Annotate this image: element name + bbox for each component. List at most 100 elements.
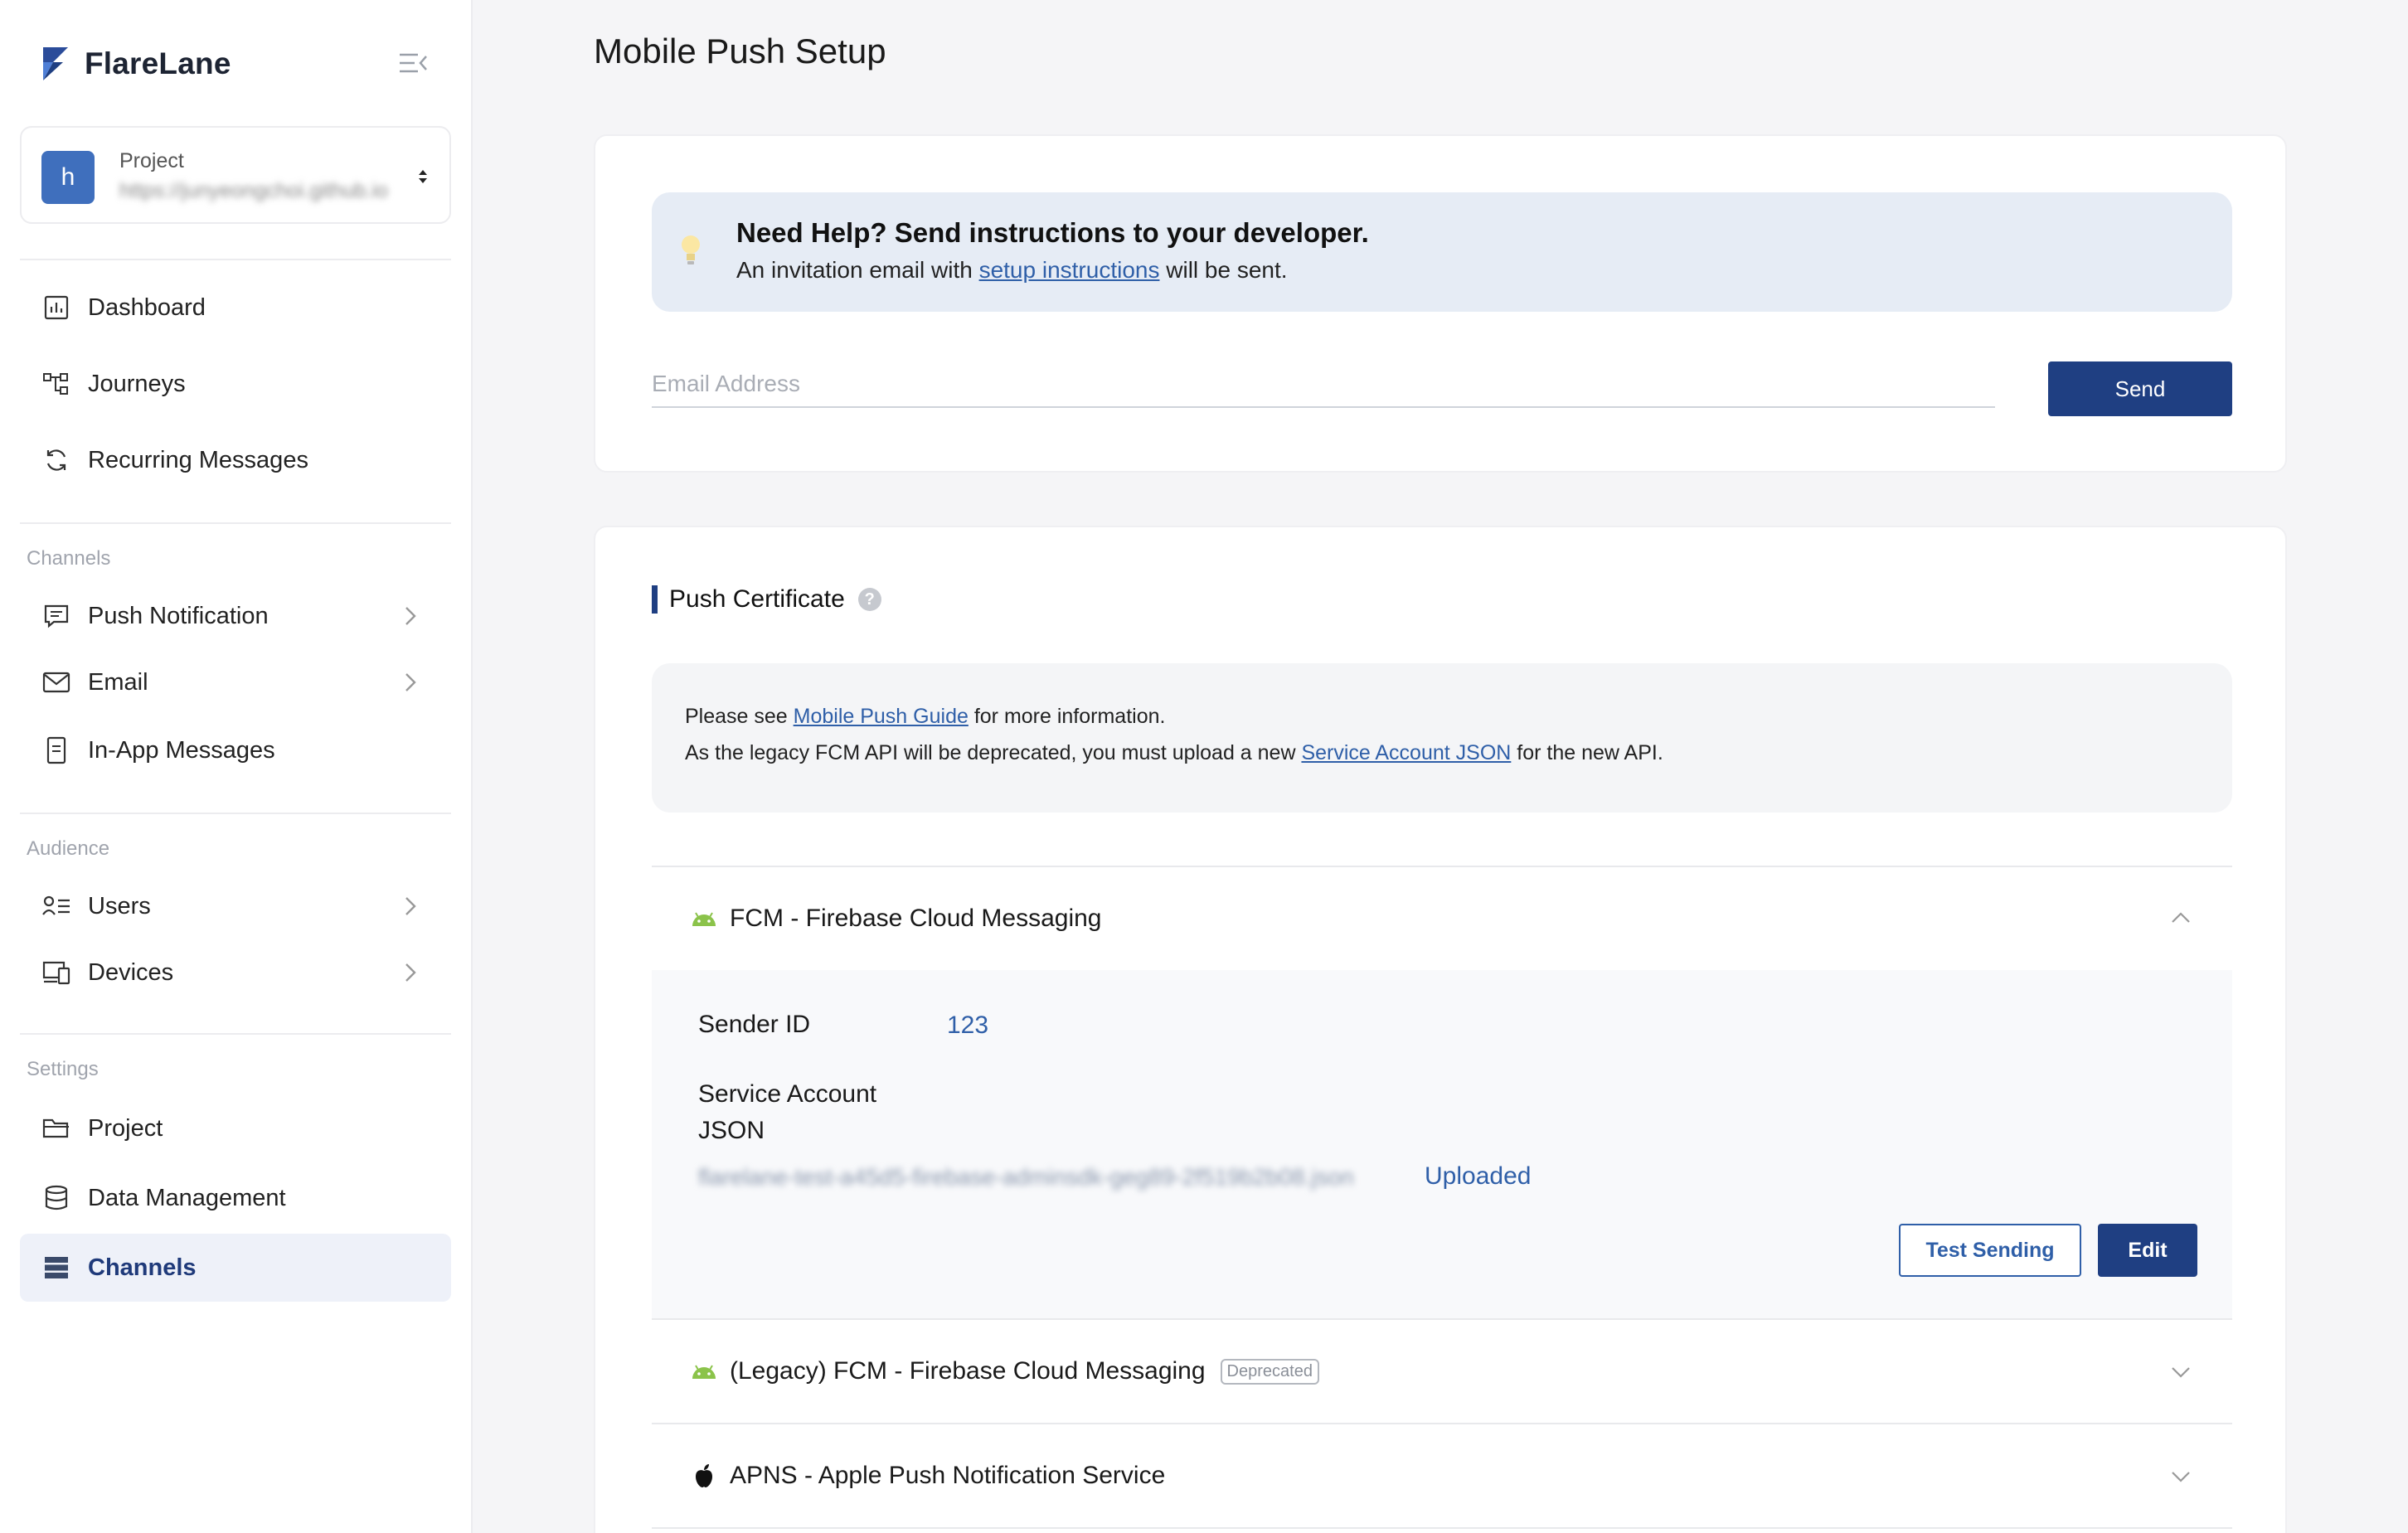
sidebar-item-label: Dashboard bbox=[88, 294, 206, 321]
sidebar-item-dashboard[interactable]: Dashboard bbox=[20, 274, 451, 342]
sidebar-item-label: Email bbox=[88, 668, 148, 696]
brand-name: FlareLane bbox=[85, 46, 231, 80]
sidebar-item-journeys[interactable]: Journeys bbox=[20, 350, 451, 418]
chevron-right-icon bbox=[405, 963, 416, 982]
brand[interactable]: FlareLane bbox=[41, 43, 231, 85]
android-icon bbox=[690, 1359, 718, 1384]
service-account-label: JSON bbox=[698, 1117, 765, 1144]
service-account-json-link[interactable]: Service Account JSON bbox=[1301, 741, 1511, 764]
upload-status: Uploaded bbox=[1425, 1162, 1532, 1190]
database-icon bbox=[41, 1183, 71, 1213]
chevron-right-icon bbox=[405, 897, 416, 915]
info-text: As the legacy FCM API will be deprecated… bbox=[685, 741, 1302, 764]
menu-collapse-icon bbox=[400, 53, 427, 73]
devices-icon bbox=[41, 958, 71, 987]
help-sub-text: will be sent. bbox=[1159, 257, 1288, 283]
chevron-down-icon[interactable] bbox=[2169, 1360, 2192, 1383]
help-card: Need Help? Send instructions to your dev… bbox=[594, 134, 2287, 473]
accordion-legacy-fcm[interactable]: (Legacy) FCM - Firebase Cloud Messaging … bbox=[652, 1320, 2232, 1423]
email-address-input[interactable] bbox=[652, 361, 1995, 408]
help-title: Need Help? Send instructions to your dev… bbox=[736, 217, 1369, 248]
fcm-details: Sender ID 123 Service Account JSON flare… bbox=[652, 970, 2232, 1318]
refresh-icon bbox=[41, 445, 71, 475]
info-line: As the legacy FCM API will be deprecated… bbox=[685, 741, 1663, 765]
sidebar-item-email[interactable]: Email bbox=[20, 648, 451, 716]
flow-icon bbox=[41, 369, 71, 399]
info-box: Please see Mobile Push Guide for more in… bbox=[652, 663, 2232, 813]
accordion-title: (Legacy) FCM - Firebase Cloud Messaging bbox=[730, 1357, 1206, 1385]
sidebar-item-recurring-messages[interactable]: Recurring Messages bbox=[20, 426, 451, 494]
sidebar-item-label: Journeys bbox=[88, 370, 186, 397]
sender-id-label: Sender ID bbox=[698, 1011, 811, 1038]
sidebar-item-label: In-App Messages bbox=[88, 736, 275, 764]
sidebar-divider bbox=[20, 522, 451, 524]
help-subtitle: An invitation email with setup instructi… bbox=[736, 257, 1288, 284]
folder-icon bbox=[41, 1113, 71, 1143]
accordion-apns[interactable]: APNS - Apple Push Notification Service bbox=[652, 1424, 2232, 1527]
collapse-sidebar-button[interactable] bbox=[396, 48, 430, 78]
mail-icon bbox=[41, 667, 71, 697]
help-banner: Need Help? Send instructions to your dev… bbox=[652, 192, 2232, 312]
accordion-title: APNS - Apple Push Notification Service bbox=[730, 1462, 1166, 1489]
push-certificate-card: Push Certificate ? Please see Mobile Pus… bbox=[594, 526, 2287, 1533]
sidebar-divider bbox=[20, 1033, 451, 1035]
sidebar-item-devices[interactable]: Devices bbox=[20, 939, 451, 1007]
info-text: for more information. bbox=[968, 705, 1166, 728]
sidebar-item-in-app-messages[interactable]: In-App Messages bbox=[20, 716, 451, 784]
chevron-down-icon[interactable] bbox=[2169, 1464, 2192, 1487]
section-label-audience: Audience bbox=[27, 837, 110, 860]
section-title: Push Certificate bbox=[669, 585, 845, 613]
info-text: Please see bbox=[685, 705, 794, 728]
service-account-label: Service Account bbox=[698, 1080, 877, 1108]
sidebar: FlareLane h Project https://junyeongchoi… bbox=[0, 0, 473, 1533]
page-title: Mobile Push Setup bbox=[594, 32, 886, 70]
sidebar-divider bbox=[20, 259, 451, 260]
info-line: Please see Mobile Push Guide for more in… bbox=[685, 705, 1165, 729]
edit-button[interactable]: Edit bbox=[2098, 1224, 2197, 1277]
project-selector[interactable]: h Project https://junyeongchoi.github.io bbox=[20, 126, 451, 224]
project-avatar: h bbox=[41, 151, 95, 204]
sidebar-item-label: Users bbox=[88, 892, 151, 919]
sidebar-item-users[interactable]: Users bbox=[20, 872, 451, 940]
uploaded-file-name: flarelane-test-a45d5-firebase-adminsdk-g… bbox=[698, 1164, 1354, 1190]
info-text: for the new API. bbox=[1511, 741, 1663, 764]
help-sub-text: An invitation email with bbox=[736, 257, 979, 283]
project-url: https://junyeongchoi.github.io bbox=[119, 179, 388, 202]
android-icon bbox=[690, 906, 718, 931]
sidebar-item-label: Channels bbox=[88, 1254, 197, 1281]
server-icon bbox=[41, 1253, 71, 1283]
flarelane-logo-icon bbox=[43, 47, 68, 80]
project-label: Project bbox=[119, 149, 184, 172]
deprecated-badge: Deprecated bbox=[1220, 1358, 1319, 1385]
sidebar-item-push-notification[interactable]: Push Notification bbox=[20, 582, 451, 650]
sidebar-item-project[interactable]: Project bbox=[20, 1094, 451, 1162]
test-sending-button[interactable]: Test Sending bbox=[1899, 1224, 2081, 1277]
sidebar-item-label: Recurring Messages bbox=[88, 446, 308, 473]
section-header: Push Certificate ? bbox=[652, 585, 881, 614]
sidebar-item-channels[interactable]: Channels bbox=[20, 1234, 451, 1302]
accordion-title: FCM - Firebase Cloud Messaging bbox=[730, 905, 1102, 932]
setup-instructions-link[interactable]: setup instructions bbox=[979, 257, 1160, 283]
section-accent-bar bbox=[652, 585, 658, 614]
project-switch-icon[interactable] bbox=[415, 164, 431, 189]
section-label-channels: Channels bbox=[27, 547, 111, 570]
send-button[interactable]: Send bbox=[2048, 361, 2232, 416]
message-icon bbox=[41, 601, 71, 631]
sidebar-divider bbox=[20, 813, 451, 814]
chevron-right-icon bbox=[405, 673, 416, 691]
accordion-divider bbox=[652, 1527, 2232, 1529]
sidebar-item-label: Push Notification bbox=[88, 602, 269, 629]
sidebar-item-label: Project bbox=[88, 1114, 163, 1142]
apple-icon bbox=[690, 1463, 718, 1488]
phone-doc-icon bbox=[41, 735, 71, 765]
sidebar-item-label: Devices bbox=[88, 958, 174, 986]
mobile-push-guide-link[interactable]: Mobile Push Guide bbox=[794, 705, 969, 728]
bar-chart-icon bbox=[41, 293, 71, 323]
lightbulb-icon bbox=[682, 235, 700, 264]
sidebar-item-data-management[interactable]: Data Management bbox=[20, 1164, 451, 1232]
accordion-fcm[interactable]: FCM - Firebase Cloud Messaging bbox=[652, 867, 2232, 970]
sidebar-item-label: Data Management bbox=[88, 1184, 286, 1211]
chevron-up-icon[interactable] bbox=[2169, 907, 2192, 930]
users-list-icon bbox=[41, 891, 71, 921]
help-circle-icon[interactable]: ? bbox=[857, 588, 881, 611]
